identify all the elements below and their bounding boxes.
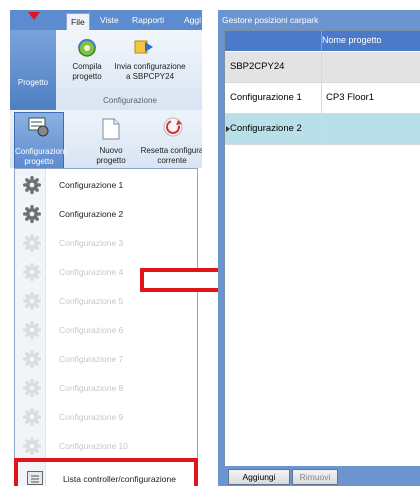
menu-item-config: Configurazione 9 bbox=[15, 405, 197, 429]
new-label-2: progetto bbox=[96, 156, 126, 165]
reset-config-button[interactable]: Resetta configura corrente bbox=[134, 146, 202, 166]
gear-icon bbox=[23, 350, 41, 368]
configurations-dropdown-button[interactable]: Configurazioni progetto bbox=[14, 112, 67, 170]
gear-icon bbox=[23, 292, 41, 310]
menu-item-config: Configurazione 8 bbox=[15, 376, 197, 400]
quick-access-bar bbox=[10, 10, 58, 30]
gear-icon bbox=[23, 205, 41, 223]
configs-label-1: Configurazioni bbox=[15, 147, 67, 156]
menu-item-config: Configurazione 6 bbox=[15, 318, 197, 342]
list-icon bbox=[27, 471, 43, 485]
gear-icon bbox=[23, 263, 41, 281]
row-1-col-1: SBP2CPY24 bbox=[230, 61, 285, 72]
menu-item-label: Configurazione 1 bbox=[59, 180, 124, 190]
window-title: Gestore posizioni carpark bbox=[222, 15, 319, 25]
tab-rapporti[interactable]: Rapporti bbox=[132, 15, 164, 25]
menu-item-config: Configurazione 3 bbox=[15, 231, 197, 255]
config-list-icon bbox=[28, 117, 49, 137]
new-project-icon bbox=[102, 118, 120, 140]
compile-label-2: progetto bbox=[72, 72, 102, 81]
new-label-1: Nuovo bbox=[99, 146, 123, 155]
compile-icon bbox=[78, 39, 96, 57]
gear-icon bbox=[23, 176, 41, 194]
configurations-dropdown-menu: Configurazione 1 Configurazione 2 Configur… bbox=[14, 168, 198, 486]
group-configurazione-label: Configurazione bbox=[103, 96, 157, 105]
menu-item-label: Configurazione 7 bbox=[59, 354, 124, 364]
grid-header: Nome progetto bbox=[225, 31, 420, 51]
reset-label-2: corrente bbox=[157, 156, 187, 165]
row-2-col-1: Configurazione 1 bbox=[230, 92, 302, 103]
menu-item-label: Configurazione 4 bbox=[59, 267, 124, 277]
send-config-button[interactable]: Invia configurazione a SBPCPY24 bbox=[112, 62, 188, 82]
reset-config-icon bbox=[163, 117, 183, 137]
menu-item-label: Configurazione 3 bbox=[59, 238, 124, 248]
progetto-button[interactable]: Progetto bbox=[10, 30, 56, 110]
window-footer: Aggiungi Rimuovi bbox=[218, 466, 420, 486]
carpark-manager-window: Gestore posizioni carpark Nome progetto … bbox=[218, 10, 420, 486]
menu-item-config[interactable]: Configurazione 1 bbox=[15, 173, 197, 197]
gear-icon bbox=[23, 234, 41, 252]
compile-label-1: Compila bbox=[72, 62, 102, 71]
app-menu-icon[interactable] bbox=[28, 12, 40, 22]
progetto-label: Progetto bbox=[17, 78, 49, 87]
menu-item-label: Configurazione 6 bbox=[59, 325, 124, 335]
ribbon-panel: File Viste Rapporti Aggi Progetto Compil… bbox=[10, 10, 202, 486]
tab-viste[interactable]: Viste bbox=[100, 15, 119, 25]
gear-icon bbox=[23, 437, 41, 455]
tab-aggi[interactable]: Aggi bbox=[184, 15, 201, 25]
row-2-col-2: CP3 Floor1 bbox=[326, 92, 375, 103]
table-row[interactable]: SBP2CPY24 bbox=[225, 52, 420, 83]
tab-file[interactable]: File bbox=[66, 13, 90, 31]
menu-item-label: Configurazione 9 bbox=[59, 412, 124, 422]
header-nome-progetto[interactable]: Nome progetto bbox=[322, 35, 382, 45]
send-label-2: a SBPCPY24 bbox=[125, 72, 175, 81]
menu-item-config: Configurazione 7 bbox=[15, 347, 197, 371]
send-label-1: Invia configurazione bbox=[114, 62, 186, 71]
configs-label-2: progetto bbox=[24, 157, 54, 166]
row-3-col-1: Configurazione 2 bbox=[230, 123, 302, 134]
menu-item-controller-list[interactable]: Lista controller/configurazione bbox=[63, 474, 176, 484]
ribbon-tabs: File Viste Rapporti Aggi bbox=[58, 10, 202, 31]
positions-grid: Nome progetto SBP2CPY24 Configurazione 1… bbox=[224, 30, 420, 468]
gear-icon bbox=[23, 321, 41, 339]
gear-icon bbox=[23, 379, 41, 397]
reset-label-1: Resetta configura bbox=[140, 146, 202, 155]
header-col-1[interactable] bbox=[225, 31, 322, 51]
menu-item-label: Configurazione 10 bbox=[59, 441, 128, 451]
send-config-icon bbox=[134, 40, 153, 54]
table-row[interactable]: Configurazione 1 CP3 Floor1 bbox=[225, 83, 420, 114]
menu-item-label: Configurazione 5 bbox=[59, 296, 124, 306]
menu-item-label: Configurazione 2 bbox=[59, 209, 124, 219]
remove-button[interactable]: Rimuovi bbox=[292, 469, 338, 485]
gear-icon bbox=[23, 408, 41, 426]
new-project-button[interactable]: Nuovo progetto bbox=[88, 146, 134, 166]
menu-item-config[interactable]: Configurazione 2 bbox=[15, 202, 197, 226]
menu-item-config: Configurazione 10 bbox=[15, 434, 197, 458]
menu-item-label: Configurazione 8 bbox=[59, 383, 124, 393]
table-row-selected[interactable]: Configurazione 2 bbox=[225, 114, 420, 145]
compile-project-button[interactable]: Compila progetto bbox=[64, 62, 110, 82]
add-button[interactable]: Aggiungi bbox=[228, 469, 290, 485]
